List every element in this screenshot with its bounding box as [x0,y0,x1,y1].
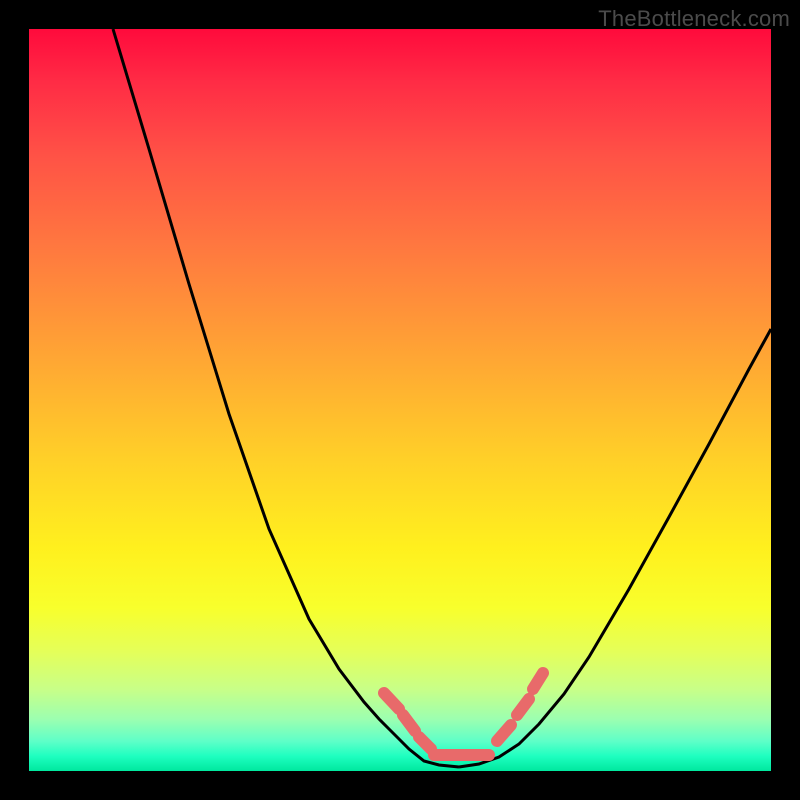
dash-segment [384,693,399,709]
left-curve [113,29,459,767]
dash-segment [533,673,543,689]
dash-segment [419,737,431,749]
dash-segment [403,715,415,731]
dash-segment [497,725,511,741]
watermark-text: TheBottleneck.com [598,6,790,32]
chart-svg [29,29,771,771]
right-curve [459,329,771,767]
dash-segment [517,699,529,715]
curve-group [113,29,771,767]
outer-frame: TheBottleneck.com [0,0,800,800]
